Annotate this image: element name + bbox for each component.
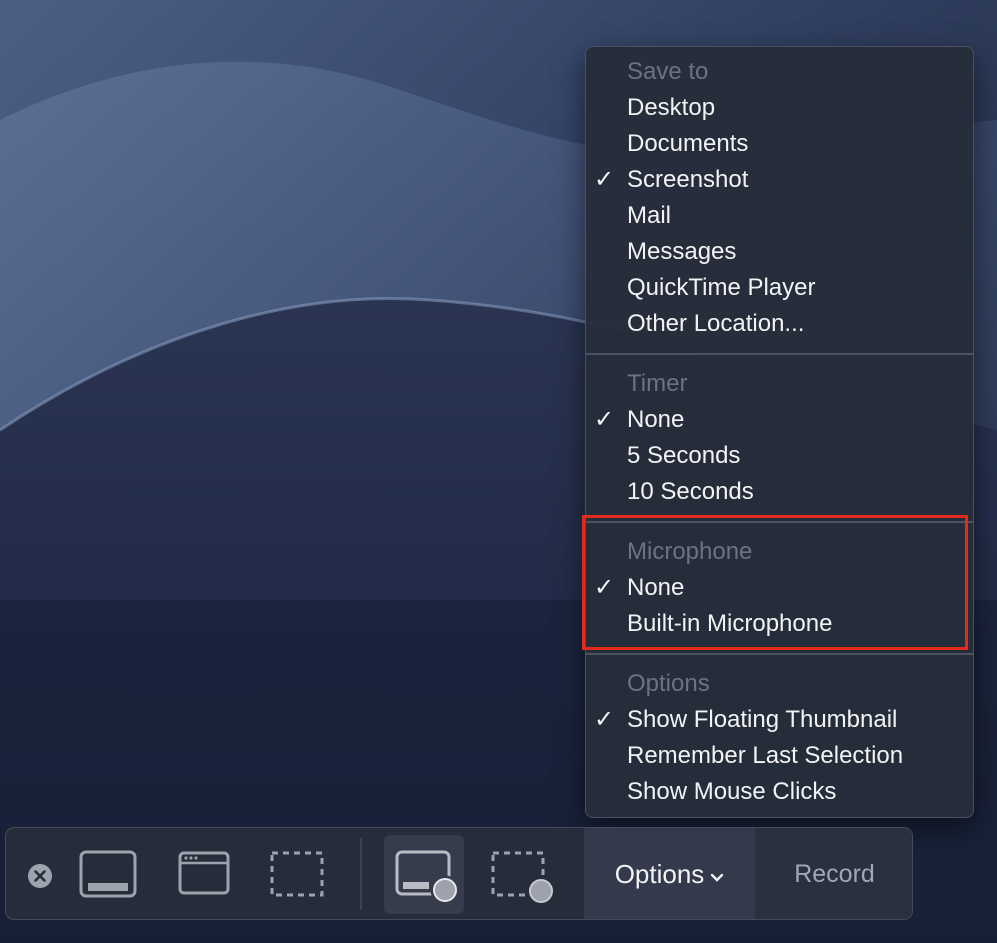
record-entire-screen-icon: [395, 850, 460, 905]
menu-separator: [586, 353, 973, 355]
menu-item-10-seconds[interactable]: 10 Seconds: [627, 474, 754, 510]
menu-header-save-to: Save to: [627, 58, 709, 85]
menu-item-remember-last-selection[interactable]: Remember Last Selection: [627, 738, 903, 774]
menu-item-quicktime-player[interactable]: QuickTime Player: [627, 270, 815, 306]
options-label: Options: [614, 859, 705, 889]
microphone-highlight-box: [582, 515, 968, 650]
checkmark-icon: ✓: [593, 406, 615, 433]
checkmark-icon: ✓: [593, 706, 615, 733]
options-button[interactable]: Options: [584, 828, 755, 919]
menu-header-options: Options: [627, 670, 710, 697]
menu-item-mail[interactable]: Mail: [627, 198, 671, 234]
menu-item-messages[interactable]: Messages: [627, 234, 736, 270]
checkmark-icon: ✓: [593, 166, 615, 193]
record-button[interactable]: Record: [755, 828, 912, 919]
menu-item-show-floating-thumbnail[interactable]: ✓ Show Floating Thumbnail: [594, 702, 897, 738]
menu-item-timer-none[interactable]: ✓ None: [594, 402, 684, 438]
capture-selection-icon[interactable]: [270, 851, 324, 897]
menu-item-documents[interactable]: Documents: [627, 126, 748, 162]
options-menu: Save to Desktop Documents ✓ Screenshot Ma…: [585, 46, 974, 818]
record-entire-screen-button[interactable]: [384, 835, 464, 914]
screenshot-toolbar: Options Record: [5, 827, 913, 920]
capture-entire-screen-icon[interactable]: [79, 850, 137, 898]
menu-header-timer: Timer: [627, 370, 688, 397]
menu-item-show-mouse-clicks[interactable]: Show Mouse Clicks: [627, 774, 836, 810]
menu-separator: [586, 653, 973, 655]
capture-window-icon[interactable]: [178, 851, 230, 895]
record-selection-icon[interactable]: [491, 851, 557, 907]
close-icon[interactable]: [27, 863, 53, 889]
menu-item-other-location[interactable]: Other Location...: [627, 306, 804, 342]
menu-item-screenshot[interactable]: ✓ Screenshot: [594, 162, 748, 198]
toolbar-divider: [360, 838, 362, 910]
menu-item-5-seconds[interactable]: 5 Seconds: [627, 438, 740, 474]
chevron-down-icon: [710, 859, 724, 890]
menu-item-desktop[interactable]: Desktop: [627, 90, 715, 126]
